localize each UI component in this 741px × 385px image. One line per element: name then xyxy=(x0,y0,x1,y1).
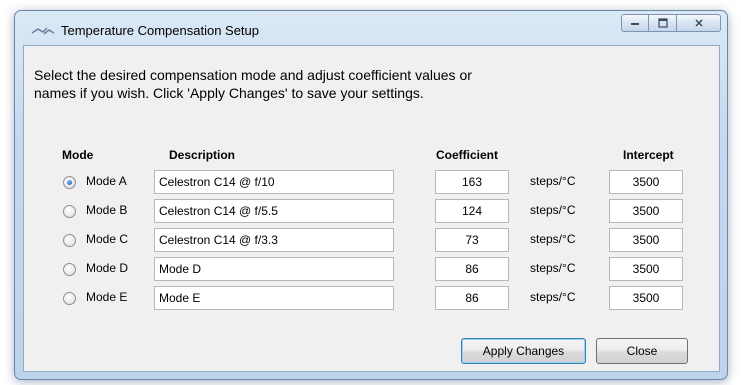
intercept-field-e[interactable]: 3500 xyxy=(609,286,683,310)
radio-mode-b[interactable] xyxy=(63,205,76,218)
maximize-icon xyxy=(657,18,668,28)
unit-label-e: steps/°C xyxy=(530,290,576,304)
coefficient-field-b[interactable]: 124 xyxy=(435,199,509,223)
coefficient-field-a[interactable]: 163 xyxy=(435,170,509,194)
instructions-line-2: names if you wish. Click 'Apply Changes'… xyxy=(34,85,424,101)
radio-mode-e[interactable] xyxy=(63,292,76,305)
apply-changes-button[interactable]: Apply Changes xyxy=(461,338,586,364)
close-icon xyxy=(694,19,703,27)
window-controls xyxy=(621,14,721,34)
radio-mode-d[interactable] xyxy=(63,263,76,276)
dialog-client-area: Select the desired compensation mode and… xyxy=(23,45,720,372)
unit-label-d: steps/°C xyxy=(530,261,576,275)
minimize-button[interactable] xyxy=(621,14,649,32)
coefficient-field-c[interactable]: 73 xyxy=(435,228,509,252)
label-mode-e: Mode E xyxy=(86,290,128,304)
header-coefficient: Coefficient xyxy=(436,148,499,162)
minimize-icon xyxy=(631,23,639,25)
intercept-field-c[interactable]: 3500 xyxy=(609,228,683,252)
title-bar[interactable]: Temperature Compensation Setup xyxy=(15,11,727,45)
description-field-a[interactable]: Celestron C14 @ f/10 xyxy=(154,170,394,194)
intercept-field-d[interactable]: 3500 xyxy=(609,257,683,281)
description-field-d[interactable]: Mode D xyxy=(154,257,394,281)
unit-label-c: steps/°C xyxy=(530,232,576,246)
temperature-app-icon xyxy=(31,27,55,35)
unit-label-b: steps/°C xyxy=(530,203,576,217)
label-mode-a: Mode A xyxy=(86,174,127,188)
description-field-c[interactable]: Celestron C14 @ f/3.3 xyxy=(154,228,394,252)
close-window-button[interactable] xyxy=(677,14,721,32)
window-title: Temperature Compensation Setup xyxy=(61,23,260,38)
header-mode: Mode xyxy=(62,148,94,162)
close-button[interactable]: Close xyxy=(596,338,688,364)
instructions-line-1: Select the desired compensation mode and… xyxy=(34,67,472,83)
maximize-button[interactable] xyxy=(649,14,677,32)
label-mode-b: Mode B xyxy=(86,203,128,217)
header-intercept: Intercept xyxy=(623,148,674,162)
instructions-text: Select the desired compensation mode and… xyxy=(34,66,694,102)
coefficient-field-d[interactable]: 86 xyxy=(435,257,509,281)
radio-mode-c[interactable] xyxy=(63,234,76,247)
intercept-field-a[interactable]: 3500 xyxy=(609,170,683,194)
unit-label-a: steps/°C xyxy=(530,174,576,188)
description-field-e[interactable]: Mode E xyxy=(154,286,394,310)
coefficient-field-e[interactable]: 86 xyxy=(435,286,509,310)
intercept-field-b[interactable]: 3500 xyxy=(609,199,683,223)
header-description: Description xyxy=(169,148,236,162)
radio-mode-a[interactable] xyxy=(63,176,76,189)
label-mode-d: Mode D xyxy=(86,261,129,275)
description-field-b[interactable]: Celestron C14 @ f/5.5 xyxy=(154,199,394,223)
dialog-window: Temperature Compensation Setup Select th… xyxy=(14,10,728,380)
label-mode-c: Mode C xyxy=(86,232,129,246)
